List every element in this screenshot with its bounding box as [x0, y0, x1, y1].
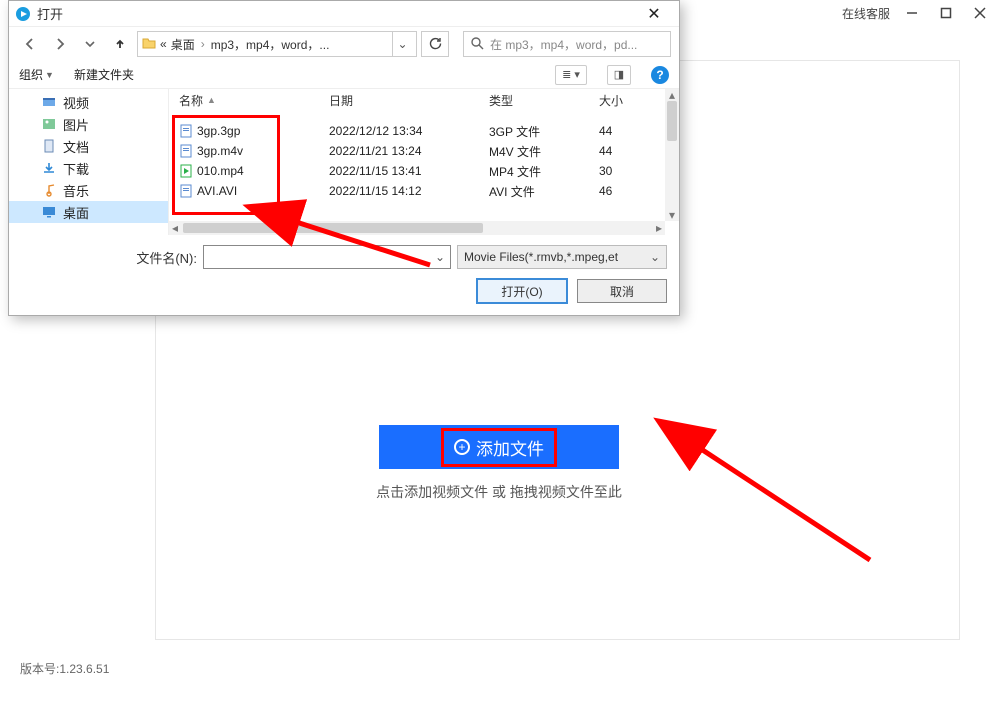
dialog-titlebar: 打开 ✕ [9, 1, 679, 27]
list-header: 名称▲ 日期 类型 大小 [169, 89, 679, 111]
path-dropdown[interactable]: ⌄ [392, 32, 412, 56]
app-icon [15, 6, 31, 22]
scroll-thumb-v[interactable] [667, 101, 677, 141]
file-list: 名称▲ 日期 类型 大小 3gp.3gp2022/12/12 13:343GP … [169, 89, 679, 235]
organize-button[interactable]: 组织▼ [19, 66, 54, 83]
path-prefix: « [160, 37, 167, 51]
file-row[interactable]: 010.mp42022/11/15 13:41MP4 文件30 [169, 161, 679, 181]
doc-icon [41, 138, 57, 154]
open-dialog: 打开 ✕ « 桌面 › mp3，mp4，word，... ⌄ 在 mp3，mp4… [8, 0, 680, 316]
nav-up-button[interactable] [107, 31, 133, 57]
dialog-title: 打开 [37, 4, 635, 23]
new-folder-button[interactable]: 新建文件夹 [74, 66, 134, 83]
file-row[interactable]: AVI.AVI2022/11/15 14:12AVI 文件46 [169, 181, 679, 201]
scroll-thumb-h[interactable] [183, 223, 483, 233]
nav-tree: 视频图片文档下载音乐桌面 [9, 89, 169, 235]
file-row[interactable]: 3gp.m4v2022/11/21 13:24M4V 文件44 [169, 141, 679, 161]
scroll-down-icon[interactable]: ▾ [665, 209, 679, 221]
minimize-button[interactable] [900, 1, 924, 25]
app-titlebar: 在线客服 [842, 0, 998, 26]
file-icon [179, 184, 193, 198]
add-file-label: 添加文件 [476, 435, 544, 460]
refresh-button[interactable] [421, 31, 449, 57]
scroll-right-icon[interactable]: ▸ [653, 221, 665, 235]
file-row[interactable]: 3gp.3gp2022/12/12 13:343GP 文件44 [169, 121, 679, 141]
scroll-up-icon[interactable]: ▴ [665, 89, 679, 101]
image-icon [41, 116, 57, 132]
music-icon [41, 182, 57, 198]
tree-item-desktop[interactable]: 桌面 [9, 201, 168, 223]
dialog-body: 视频图片文档下载音乐桌面 名称▲ 日期 类型 大小 3gp.3gp2022/12… [9, 89, 679, 235]
help-button[interactable]: ? [651, 66, 669, 84]
sort-asc-icon: ▲ [207, 95, 216, 105]
dialog-toolbar: 组织▼ 新建文件夹 ≣ ▾ ◨ ? [9, 61, 679, 89]
tree-item-download[interactable]: 下载 [9, 157, 168, 179]
maximize-button[interactable] [934, 1, 958, 25]
dialog-nav: « 桌面 › mp3，mp4，word，... ⌄ 在 mp3，mp4，word… [9, 27, 679, 61]
horizontal-scrollbar[interactable]: ◂ ▸ [169, 221, 665, 235]
filetype-label: Movie Files(*.rmvb,*.mpeg,et [464, 250, 618, 264]
scroll-left-icon[interactable]: ◂ [169, 221, 181, 235]
tree-item-image[interactable]: 图片 [9, 113, 168, 135]
view-mode-button[interactable]: ≣ ▾ [555, 65, 587, 85]
folder-icon [142, 36, 156, 53]
close-app-button[interactable] [968, 1, 992, 25]
vertical-scrollbar[interactable]: ▴ ▾ [665, 89, 679, 221]
desktop-icon [41, 204, 57, 220]
tree-item-music[interactable]: 音乐 [9, 179, 168, 201]
open-button[interactable]: 打开(O) [477, 279, 567, 303]
chevron-right-icon: › [199, 37, 207, 51]
filetype-select[interactable]: Movie Files(*.rmvb,*.mpeg,et ⌄ [457, 245, 667, 269]
filename-input[interactable]: ⌄ [203, 245, 451, 269]
path-seg-1[interactable]: mp3，mp4，word，... [211, 36, 330, 53]
col-type[interactable]: 类型 [479, 92, 589, 109]
tree-item-doc[interactable]: 文档 [9, 135, 168, 157]
path-seg-0[interactable]: 桌面 [171, 36, 195, 53]
file-icon [179, 144, 193, 158]
tree-item-video[interactable]: 视频 [9, 91, 168, 113]
plus-circle-icon: + [454, 439, 470, 455]
file-icon [179, 124, 193, 138]
preview-pane-button[interactable]: ◨ [607, 65, 631, 85]
cancel-button[interactable]: 取消 [577, 279, 667, 303]
online-service-link[interactable]: 在线客服 [842, 5, 890, 22]
file-icon [179, 164, 193, 178]
nav-forward-button[interactable] [47, 31, 73, 57]
search-input[interactable]: 在 mp3，mp4，word，pd... [463, 31, 671, 57]
chevron-down-icon: ⌄ [650, 250, 660, 264]
filename-label: 文件名(N): [136, 248, 197, 267]
dialog-bottom: 文件名(N): ⌄ Movie Files(*.rmvb,*.mpeg,et ⌄… [9, 235, 679, 313]
search-placeholder: 在 mp3，mp4，word，pd... [490, 36, 637, 53]
col-date[interactable]: 日期 [319, 92, 479, 109]
close-dialog-button[interactable]: ✕ [635, 2, 673, 26]
drop-hint: 点击添加视频文件 或 拖拽视频文件至此 [376, 482, 622, 502]
col-name[interactable]: 名称▲ [169, 92, 319, 109]
chevron-down-icon: ▼ [45, 70, 54, 80]
nav-back-button[interactable] [17, 31, 43, 57]
version-label: 版本号:1.23.6.51 [20, 660, 109, 677]
nav-recent-button[interactable] [77, 31, 103, 57]
download-icon [41, 160, 57, 176]
chevron-down-icon[interactable]: ⌄ [432, 247, 448, 267]
path-box[interactable]: « 桌面 › mp3，mp4，word，... ⌄ [137, 31, 417, 57]
search-icon [470, 36, 484, 53]
add-file-button[interactable]: + 添加文件 [379, 425, 619, 469]
video-icon [41, 94, 57, 110]
